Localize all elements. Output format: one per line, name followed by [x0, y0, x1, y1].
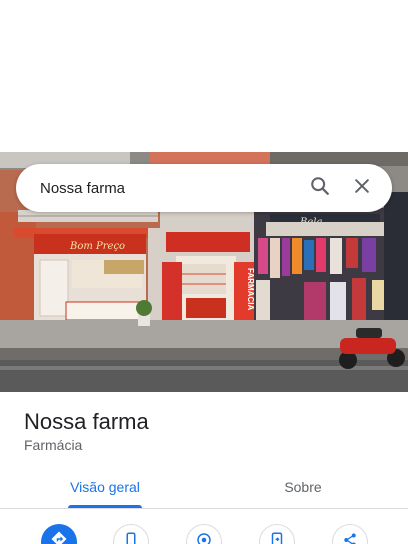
farmacia-banner: FARMÁCIA [246, 268, 255, 310]
tab-selected-indicator [68, 505, 142, 508]
map-blank-area [0, 0, 408, 152]
tab-about[interactable]: Sobre [228, 466, 378, 508]
share-icon [341, 531, 359, 544]
search-input[interactable]: Nossa farma [40, 180, 296, 197]
close-icon [352, 176, 372, 201]
call-button[interactable] [113, 524, 149, 544]
place-category: Farmácia [24, 437, 83, 453]
send-to-phone-button[interactable] [259, 524, 295, 544]
tab-overview[interactable]: Visão geral [30, 466, 180, 508]
place-title: Nossa farma [24, 409, 149, 434]
tab-bar: Visão geral Sobre [0, 466, 408, 509]
nearby-icon [195, 531, 213, 544]
clear-search-button[interactable] [344, 170, 380, 206]
call-icon [122, 531, 140, 544]
action-buttons [0, 518, 408, 544]
directions-button[interactable] [41, 524, 77, 544]
search-icon [309, 175, 331, 202]
store-sign-left: Bom Preço [69, 241, 125, 252]
search-bar[interactable]: Nossa farma [16, 164, 392, 212]
nearby-button[interactable] [186, 524, 222, 544]
share-button[interactable] [332, 524, 368, 544]
search-button[interactable] [302, 170, 338, 206]
save-to-phone-icon [268, 531, 286, 544]
directions-icon [50, 530, 68, 544]
